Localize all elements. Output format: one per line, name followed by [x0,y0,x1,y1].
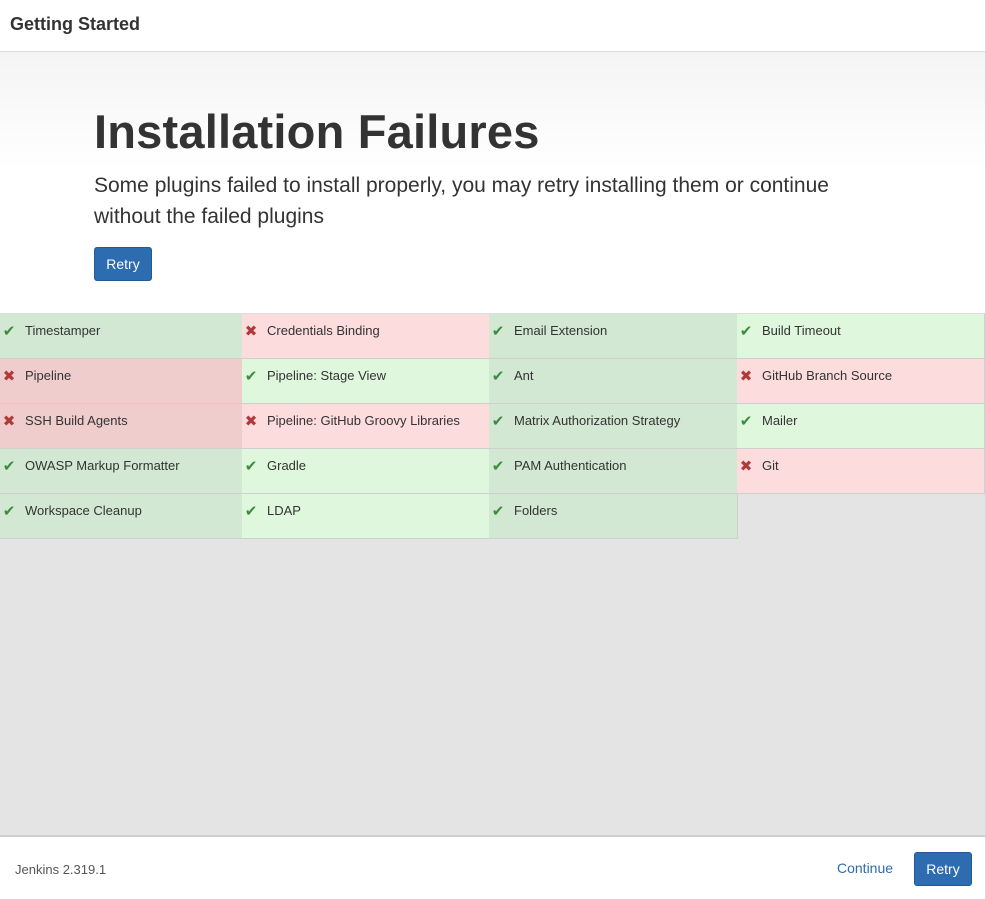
plugin-name: LDAP [267,503,301,518]
cross-icon: ✖ [2,412,16,430]
check-icon: ✔ [739,322,753,340]
plugin-item: ✖ Git [737,449,985,494]
plugin-item: ✔ OWASP Markup Formatter [0,449,243,494]
plugin-item: ✔ PAM Authentication [489,449,738,494]
check-icon: ✔ [244,367,258,385]
plugin-name: Build Timeout [762,323,841,338]
hero-section: Installation Failures Some plugins faile… [0,52,985,314]
cross-icon: ✖ [739,457,753,475]
plugin-item: ✖ SSH Build Agents [0,404,243,449]
plugin-name: Ant [514,368,534,383]
continue-link[interactable]: Continue [837,860,893,876]
plugin-status-grid: ✔ Timestamper ✖ Credentials Binding ✔ Email E… [0,314,985,554]
plugin-name: GitHub Branch Source [762,368,893,383]
check-icon: ✔ [244,457,258,475]
window-header: Getting Started [0,0,985,52]
plugin-name: Matrix Authorization Strategy [514,413,681,428]
plugin-item: ✔ Timestamper [0,314,243,359]
plugin-name: SSH Build Agents [25,413,128,428]
version-label: Jenkins 2.319.1 [15,862,107,877]
check-icon: ✔ [739,412,753,430]
plugin-name: Pipeline: Stage View [267,368,387,383]
check-icon: ✔ [2,502,16,520]
plugin-name: OWASP Markup Formatter [25,458,180,473]
plugin-item: ✔ LDAP [242,494,490,539]
plugin-item: ✖ Credentials Binding [242,314,490,359]
cross-icon: ✖ [244,322,258,340]
check-icon: ✔ [491,502,505,520]
check-icon: ✔ [2,457,16,475]
cross-icon: ✖ [244,412,258,430]
check-icon: ✔ [491,322,505,340]
plugin-item: ✔ Workspace Cleanup [0,494,243,539]
check-icon: ✔ [491,367,505,385]
plugin-item: ✔ Mailer [737,404,985,449]
plugin-name: Pipeline: GitHub Groovy Libraries [267,413,460,428]
plugin-name: Timestamper [25,323,101,338]
page-title: Installation Failures [94,105,540,158]
footer-retry-button[interactable]: Retry [914,852,972,886]
window-title: Getting Started [10,14,141,34]
plugin-item: ✔ Email Extension [489,314,738,359]
cross-icon: ✖ [2,367,16,385]
plugin-name: Email Extension [514,323,608,338]
plugin-item: ✖ Pipeline: GitHub Groovy Libraries [242,404,490,449]
setup-wizard-window: Getting Started Installation Failures So… [0,0,986,899]
wizard-content: Installation Failures Some plugins faile… [0,52,985,835]
plugin-item: ✖ GitHub Branch Source [737,359,985,404]
check-icon: ✔ [491,457,505,475]
plugin-item: ✔ Build Timeout [737,314,985,359]
plugin-item: ✔ Ant [489,359,738,404]
plugin-name: Git [762,458,779,473]
plugin-name: Pipeline [25,368,72,383]
plugin-name: Credentials Binding [267,323,380,338]
plugin-name: Gradle [267,458,307,473]
retry-button[interactable]: Retry [94,247,152,281]
check-icon: ✔ [2,322,16,340]
check-icon: ✔ [244,502,258,520]
plugin-name: PAM Authentication [514,458,627,473]
plugin-name: Folders [514,503,558,518]
wizard-footer: Jenkins 2.319.1 Continue Retry [0,835,985,899]
plugin-name: Mailer [762,413,798,428]
plugin-name: Workspace Cleanup [25,503,142,518]
plugin-item: ✖ Pipeline [0,359,243,404]
check-icon: ✔ [491,412,505,430]
plugin-item: ✔ Folders [489,494,738,539]
plugin-item: ✔ Matrix Authorization Strategy [489,404,738,449]
page-description: Some plugins failed to install properly,… [94,174,829,228]
cross-icon: ✖ [739,367,753,385]
plugin-item: ✔ Pipeline: Stage View [242,359,490,404]
plugin-item: ✔ Gradle [242,449,490,494]
